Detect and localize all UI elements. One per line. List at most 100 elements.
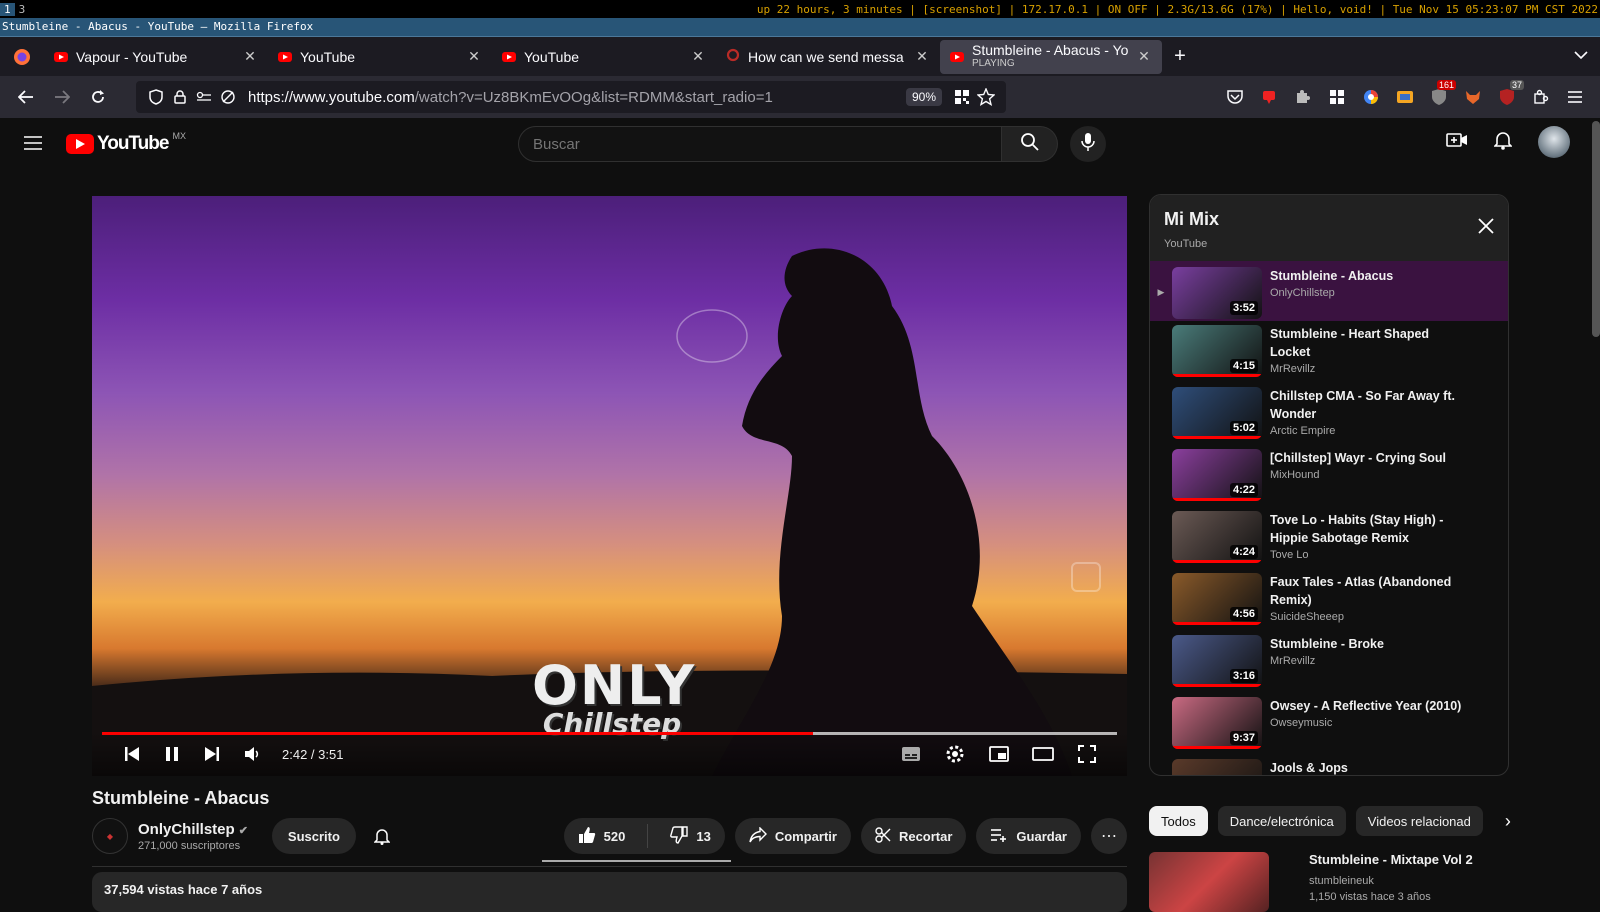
close-mix-icon[interactable] [1478,217,1494,240]
description-box[interactable]: 37,594 vistas hace 7 años [92,872,1127,912]
puzzle-extension-icon[interactable] [1292,86,1314,108]
share-button[interactable]: Compartir [734,818,851,854]
pause-icon[interactable] [152,736,192,772]
mix-item-title[interactable]: Jools & Jops [1270,759,1470,775]
mix-item-title[interactable]: [Chillstep] Wayr - Crying Soul [1270,449,1470,467]
mix-item-thumbnail[interactable]: 5:02 [1172,387,1262,439]
permissions-icon[interactable] [192,85,216,109]
reader-extension-icon[interactable] [1394,86,1416,108]
mix-item-thumbnail[interactable] [1172,759,1262,775]
mix-item-thumbnail[interactable]: 4:56 [1172,573,1262,625]
mix-item[interactable]: 5:02 Chillstep CMA - So Far Away ft. Wond… [1150,383,1508,445]
notification-bell-icon[interactable] [366,820,398,852]
mix-item-title[interactable]: Chillstep CMA - So Far Away ft. Wonder [1270,387,1470,423]
close-tab-icon[interactable]: ✕ [466,48,482,65]
mix-item[interactable]: 4:15 Stumbleine - Heart Shaped Locket MrRe… [1150,321,1508,383]
fox-extension-icon[interactable] [1462,86,1484,108]
bookmark-star-icon[interactable] [974,85,998,109]
subscribed-button[interactable]: Suscrito [271,818,356,854]
tab-quora[interactable]: How can we send messa ✕ [716,40,940,74]
clip-button[interactable]: Recortar [860,818,967,854]
workspace-3[interactable]: 3 [15,3,30,16]
tab-stumbleine-abacus[interactable]: Stumbleine - Abacus - Yo PLAYING ✕ [940,39,1162,74]
mix-item-thumbnail[interactable]: 4:24 [1172,511,1262,563]
hamburger-menu-icon[interactable] [24,133,48,156]
next-icon[interactable] [192,736,232,772]
tab-youtube-1[interactable]: YouTube ✕ [268,40,492,74]
dislike-button[interactable]: 13 [656,818,724,854]
forward-arrow-icon[interactable] [44,81,80,113]
mix-item-thumbnail[interactable]: 3:16 [1172,635,1262,687]
autoplay-blocked-icon[interactable] [216,85,240,109]
url-text[interactable]: https://www.youtube.com/watch?v=Uz8BKmEv… [248,89,906,106]
search-button[interactable] [1002,126,1058,162]
miniplayer-overlay-icon[interactable] [1071,562,1101,592]
ublock-icon[interactable]: 161 [1428,80,1456,108]
settings-gear-icon[interactable] [935,736,975,772]
app-menu-icon[interactable] [1564,86,1586,108]
color-picker-icon[interactable] [1360,86,1382,108]
page-scrollbar[interactable] [1592,121,1600,337]
lock-icon[interactable] [168,85,192,109]
mix-item-thumbnail[interactable]: 3:52 [1172,267,1262,319]
mix-item-title[interactable]: Tove Lo - Habits (Stay High) - Hippie Sa… [1270,511,1470,547]
mix-item-title[interactable]: Owsey - A Reflective Year (2010) [1270,697,1470,715]
privacy-badger-icon[interactable]: 37 [1496,80,1524,108]
chip-todos[interactable]: Todos [1149,806,1208,836]
address-bar[interactable]: https://www.youtube.com/watch?v=Uz8BKmEv… [136,81,1006,113]
chevron-right-icon[interactable]: › [1493,811,1523,832]
firefox-icon[interactable] [0,48,44,66]
create-video-icon[interactable] [1446,131,1468,154]
close-tab-icon[interactable]: ✕ [690,48,706,65]
reload-icon[interactable] [80,81,116,113]
fullscreen-icon[interactable] [1067,736,1107,772]
chip-dance[interactable]: Dance/electrónica [1217,806,1346,836]
save-button[interactable]: Guardar [976,818,1081,854]
mix-item-title[interactable]: Stumbleine - Broke [1270,635,1470,653]
channel-name[interactable]: OnlyChillstep [138,821,235,838]
mix-item-title[interactable]: Stumbleine - Heart Shaped Locket [1270,325,1470,361]
mix-item-thumbnail[interactable]: 4:15 [1172,325,1262,377]
grid-extension-icon[interactable] [1326,86,1348,108]
mix-item[interactable]: 4:24 Tove Lo - Habits (Stay High) - Hippi… [1150,507,1508,569]
volume-icon[interactable] [232,736,272,772]
zoom-level-button[interactable]: 90% [905,88,942,106]
recommended-thumbnail[interactable] [1149,852,1269,912]
notifications-bell-icon[interactable] [1493,130,1513,155]
like-button[interactable]: 520 [564,818,640,854]
search-input[interactable] [518,126,1002,162]
mix-item-thumbnail[interactable]: 4:22 [1172,449,1262,501]
recommended-video[interactable]: Stumbleine - Mixtape Vol 2 stumbleineuk … [1149,852,1473,912]
miniplayer-icon[interactable] [979,736,1019,772]
mix-item[interactable]: ▶ 3:52 Stumbleine - Abacus OnlyChillstep [1150,261,1508,321]
voice-search-button[interactable] [1070,126,1106,162]
subtitles-icon[interactable] [891,736,931,772]
user-avatar[interactable] [1538,126,1570,158]
theater-mode-icon[interactable] [1023,736,1063,772]
mix-title[interactable]: Mi Mix [1164,209,1494,230]
extensions-puzzle-icon[interactable] [1530,86,1552,108]
previous-icon[interactable] [112,736,152,772]
workspace-1[interactable]: 1 [0,2,15,16]
tracking-shield-icon[interactable] [144,85,168,109]
close-tab-icon[interactable]: ✕ [914,48,930,65]
tab-vapour[interactable]: Vapour - YouTube ✕ [44,40,268,74]
recommended-title[interactable]: Stumbleine - Mixtape Vol 2 [1309,852,1473,867]
mix-item[interactable]: 9:37 Owsey - A Reflective Year (2010) Owse… [1150,693,1508,755]
chip-related[interactable]: Videos relacionad [1355,806,1483,836]
more-actions-icon[interactable]: ⋯ [1091,818,1127,854]
tab-youtube-2[interactable]: YouTube ✕ [492,40,716,74]
close-tab-icon[interactable]: ✕ [1136,48,1152,65]
back-arrow-icon[interactable] [8,81,44,113]
mix-item-title[interactable]: Stumbleine - Abacus [1270,267,1470,285]
video-player[interactable]: ONLY Chillstep 2:42 / 3:51 [92,196,1127,776]
channel-avatar[interactable]: ◆ [92,818,128,854]
new-tab-button[interactable]: + [1162,45,1198,68]
tab-list-chevron-icon[interactable] [1574,47,1588,65]
mix-item-title[interactable]: Faux Tales - Atlas (Abandoned Remix) [1270,573,1470,609]
mix-item[interactable]: Jools & JopsStumbleine - Topic [1150,755,1508,775]
youtube-logo[interactable]: YouTube MX [66,131,186,155]
mix-item[interactable]: 4:22 [Chillstep] Wayr - Crying Soul MixHou… [1150,445,1508,507]
qr-code-icon[interactable] [950,85,974,109]
mix-item-thumbnail[interactable]: 9:37 [1172,697,1262,749]
